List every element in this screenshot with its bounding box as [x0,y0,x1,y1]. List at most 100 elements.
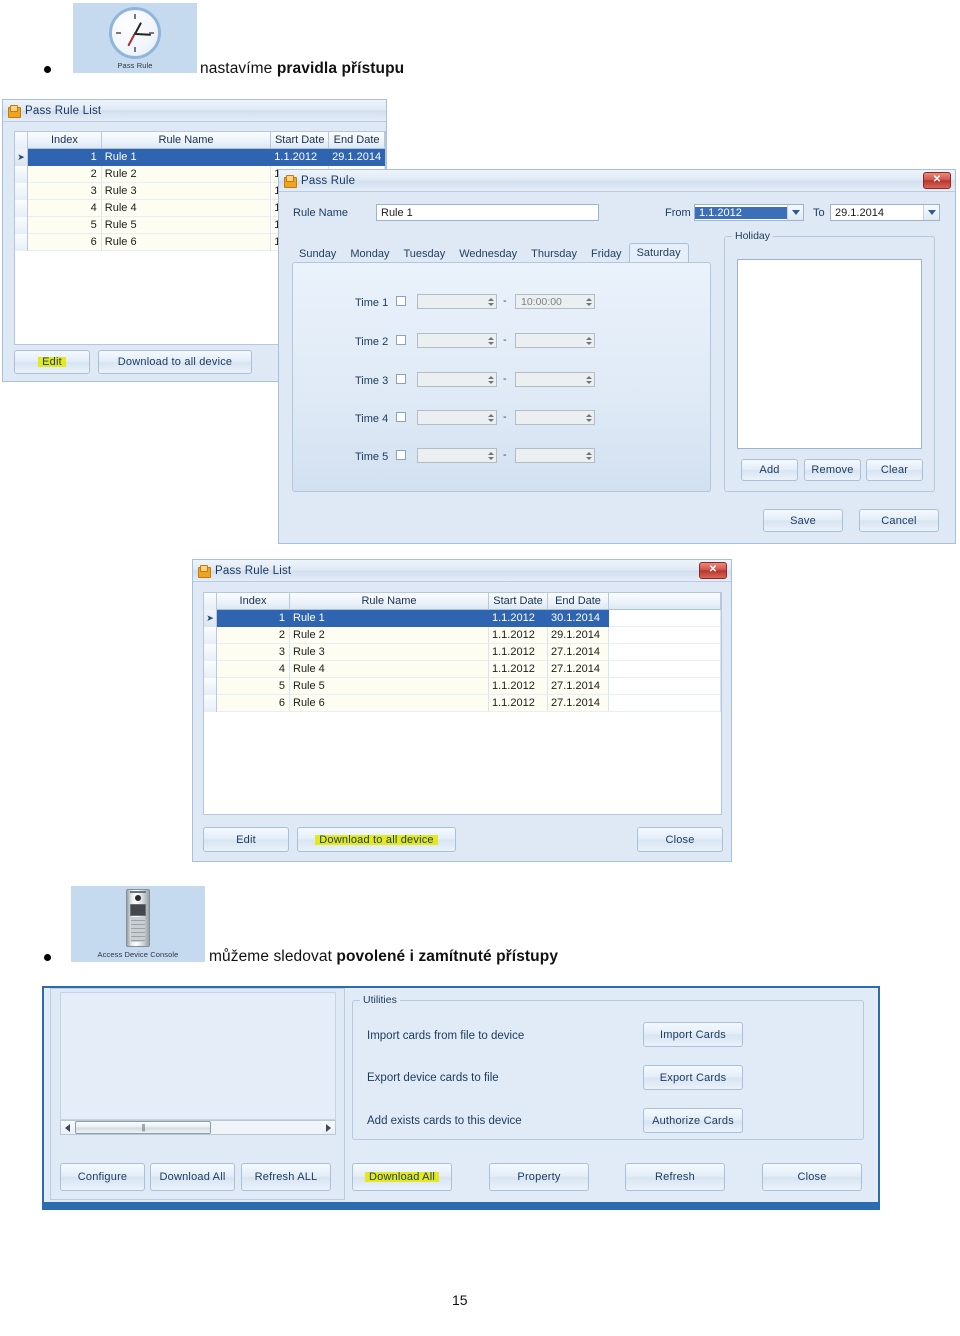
holiday-remove-button[interactable]: Remove [804,459,861,481]
spinner-arrows-icon[interactable] [583,334,594,347]
table-row[interactable]: 4 Rule 4 1.1.2012 27.1.2014 [204,661,721,678]
refresh-all-button[interactable]: Refresh ALL [241,1163,331,1191]
row-selector[interactable] [15,166,28,183]
spinner-arrows-icon[interactable] [485,334,496,347]
spinner-arrows-icon[interactable] [485,449,496,462]
time1-end-spinner[interactable]: 10:00:00 [515,294,595,309]
spinner-arrows-icon[interactable] [583,411,594,424]
time3-checkbox[interactable] [396,374,406,384]
pass-rule-dialog-titlebar[interactable]: Pass Rule ✕ [279,170,955,192]
download-all-button-right[interactable]: Download All [352,1163,452,1191]
spinner-arrows-icon[interactable] [583,373,594,386]
time4-checkbox[interactable] [396,412,406,422]
spinner-arrows-icon[interactable] [485,373,496,386]
time2-checkbox[interactable] [396,335,406,345]
access-device-console-ribbon-tile[interactable]: Access Device Console [71,886,205,962]
row-selector[interactable] [15,200,28,217]
row-selector[interactable]: ➤ [204,610,217,627]
time5-checkbox[interactable] [396,450,406,460]
row-selector[interactable] [204,644,217,661]
pass-rule-list-front-titlebar[interactable]: Pass Rule List ✕ [193,560,731,582]
tab-tuesday[interactable]: Tuesday [396,245,452,263]
holiday-clear-button[interactable]: Clear [866,459,923,481]
tab-thursday[interactable]: Thursday [524,245,584,263]
time4-start-spinner[interactable] [417,410,497,425]
chevron-down-icon[interactable] [923,205,939,220]
row-selector[interactable] [204,627,217,644]
time3-start-spinner[interactable] [417,372,497,387]
time2-start-spinner[interactable] [417,333,497,348]
download-to-all-device-button-back[interactable]: Download to all device [98,350,252,374]
column-header-start-date[interactable]: Start Date [271,132,330,149]
scrollbar-thumb[interactable]: ||| [75,1121,211,1134]
row-selector[interactable] [204,661,217,678]
close-icon[interactable]: ✕ [699,562,727,579]
row-selector[interactable] [15,217,28,234]
time5-start-spinner[interactable] [417,448,497,463]
refresh-button[interactable]: Refresh [625,1163,725,1191]
spinner-arrows-icon[interactable] [583,449,594,462]
chevron-down-icon[interactable] [787,205,803,220]
table-row[interactable]: ➤ 1 Rule 1 1.1.2012 30.1.2014 [204,610,721,627]
spinner-arrows-icon[interactable] [485,411,496,424]
close-button-front[interactable]: Close [637,827,723,852]
authorize-cards-button[interactable]: Authorize Cards [643,1108,743,1133]
tab-saturday[interactable]: Saturday [628,243,689,263]
tab-monday[interactable]: Monday [343,245,396,263]
time4-end-spinner[interactable] [515,410,595,425]
table-row[interactable]: 6 Rule 6 1.1.2012 27.1.2014 [204,695,721,712]
download-all-button-left[interactable]: Download All [150,1163,235,1191]
scroll-left-arrow-icon[interactable] [61,1121,74,1134]
tab-friday[interactable]: Friday [584,245,629,263]
table-row[interactable]: 3 Rule 3 1.1.2012 27.1.2014 [204,644,721,661]
column-header-end-date[interactable]: End Date [329,132,385,149]
time1-start-spinner[interactable] [417,294,497,309]
scroll-right-arrow-icon[interactable] [322,1121,335,1134]
table-row[interactable]: 5 Rule 5 1.1.2012 27.1.2014 [204,678,721,695]
time1-end-value: 10:00:00 [521,295,562,308]
pass-rule-list-front-grid[interactable]: Index Rule Name Start Date End Date ➤ 1 … [203,592,722,815]
column-header-rule-name[interactable]: Rule Name [101,132,272,149]
save-button[interactable]: Save [763,509,843,532]
time1-checkbox[interactable] [396,296,406,306]
pass-rule-ribbon-tile[interactable]: Pass Rule [73,3,197,73]
row-selector[interactable] [15,234,28,251]
rule-name-input[interactable]: Rule 1 [376,204,599,221]
tab-wednesday[interactable]: Wednesday [452,245,524,263]
holiday-add-button[interactable]: Add [741,459,798,481]
from-date-combo[interactable]: 1.1.2012 [694,204,804,221]
holiday-listbox[interactable] [737,259,922,449]
edit-button-back[interactable]: Edit [14,350,90,374]
download-to-all-device-button-front[interactable]: Download to all device [297,827,456,852]
cancel-button[interactable]: Cancel [859,509,939,532]
row-selector[interactable] [15,183,28,200]
device-list-hscrollbar[interactable]: ||| [60,1120,336,1135]
tab-sunday[interactable]: Sunday [292,245,343,263]
row-selector[interactable]: ➤ [15,149,28,166]
column-header-index[interactable]: Index [217,593,290,610]
import-cards-button[interactable]: Import Cards [643,1022,743,1047]
table-row[interactable]: 2 Rule 2 1.1.2012 29.1.2014 [204,627,721,644]
table-row[interactable]: ➤ 1 Rule 1 1.1.2012 29.1.2014 [15,149,385,166]
time2-end-spinner[interactable] [515,333,595,348]
edit-button-front[interactable]: Edit [203,827,289,852]
close-button-console[interactable]: Close [762,1163,862,1191]
property-button[interactable]: Property [489,1163,589,1191]
device-list-area[interactable] [60,992,336,1120]
column-header-end-date[interactable]: End Date [548,593,609,610]
cell-rule-name: Rule 6 [290,695,489,712]
column-header-start-date[interactable]: Start Date [489,593,548,610]
spinner-arrows-icon[interactable] [583,295,594,308]
export-cards-button[interactable]: Export Cards [643,1065,743,1090]
row-selector[interactable] [204,678,217,695]
column-header-rule-name[interactable]: Rule Name [290,593,489,610]
column-header-index[interactable]: Index [28,132,102,149]
configure-button[interactable]: Configure [60,1163,145,1191]
close-icon[interactable]: ✕ [923,172,951,189]
row-selector[interactable] [204,695,217,712]
to-date-combo[interactable]: 29.1.2014 [830,204,940,221]
time5-end-spinner[interactable] [515,448,595,463]
weekday-tabstrip[interactable]: Sunday Monday Tuesday Wednesday Thursday… [292,243,712,263]
time3-end-spinner[interactable] [515,372,595,387]
spinner-arrows-icon[interactable] [485,295,496,308]
